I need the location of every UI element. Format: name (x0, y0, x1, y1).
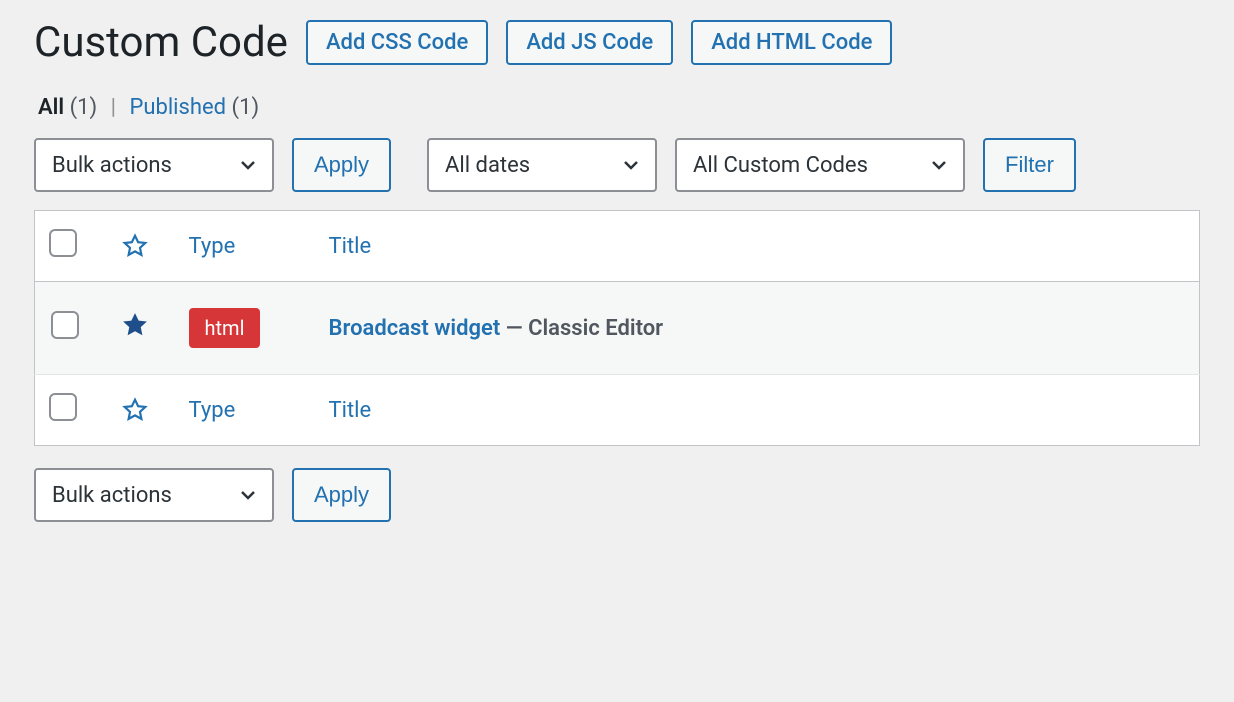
tablenav-bottom: Bulk actions Apply (34, 468, 1200, 522)
table-row: html Broadcast widget — Classic Editor (35, 282, 1200, 375)
filter-button[interactable]: Filter (983, 138, 1076, 192)
filter-all-count: (1) (70, 95, 98, 120)
chevron-down-icon (929, 155, 949, 175)
filter-all[interactable]: All (1) (38, 95, 103, 120)
column-title-footer[interactable]: Title (315, 375, 1200, 446)
bulk-actions-label-bottom: Bulk actions (52, 483, 172, 508)
star-icon (122, 397, 148, 423)
chevron-down-icon (621, 155, 641, 175)
filter-published-count: (1) (232, 95, 260, 120)
bulk-actions-select[interactable]: Bulk actions (34, 138, 274, 192)
star-icon (122, 233, 148, 259)
chevron-down-icon (238, 155, 258, 175)
custom-code-table: Type Title html (34, 210, 1200, 446)
column-title[interactable]: Title (315, 211, 1200, 282)
select-all-checkbox-bottom[interactable] (49, 393, 77, 421)
column-star[interactable] (95, 211, 175, 282)
apply-button-bottom[interactable]: Apply (292, 468, 391, 522)
date-filter-select[interactable]: All dates (427, 138, 657, 192)
table-header-row: Type Title (35, 211, 1200, 282)
filter-published-label: Published (129, 95, 226, 120)
type-badge: html (189, 308, 261, 348)
row-checkbox[interactable] (51, 311, 79, 339)
apply-button[interactable]: Apply (292, 138, 391, 192)
bulk-actions-select-bottom[interactable]: Bulk actions (34, 468, 274, 522)
row-title-suffix: — Classic Editor (500, 316, 663, 341)
column-star-footer[interactable] (95, 375, 175, 446)
filter-all-label: All (38, 95, 64, 120)
date-filter-label: All dates (445, 153, 530, 178)
status-filter-links: All (1) | Published (1) (38, 95, 1200, 120)
add-html-code-button[interactable]: Add HTML Code (691, 20, 892, 65)
page-wrap: Custom Code Add CSS Code Add JS Code Add… (0, 0, 1234, 580)
filter-published[interactable]: Published (1) (129, 95, 259, 120)
add-js-code-button[interactable]: Add JS Code (506, 20, 673, 65)
row-title-link[interactable]: Broadcast widget (329, 316, 501, 341)
star-toggle[interactable] (120, 310, 150, 340)
column-type-footer[interactable]: Type (175, 375, 315, 446)
heading-row: Custom Code Add CSS Code Add JS Code Add… (34, 18, 1200, 67)
select-all-checkbox-top[interactable] (49, 229, 77, 257)
custom-codes-filter-label: All Custom Codes (693, 153, 868, 178)
page-title: Custom Code (34, 18, 288, 67)
tablenav-top: Bulk actions Apply All dates All Custom … (34, 138, 1200, 192)
table-footer-row: Type Title (35, 375, 1200, 446)
bulk-actions-label: Bulk actions (52, 153, 172, 178)
column-type[interactable]: Type (175, 211, 315, 282)
add-css-code-button[interactable]: Add CSS Code (306, 20, 488, 65)
custom-codes-filter-select[interactable]: All Custom Codes (675, 138, 965, 192)
column-checkbox (35, 211, 95, 282)
star-icon (120, 310, 150, 340)
chevron-down-icon (238, 485, 258, 505)
filter-separator: | (111, 95, 116, 120)
